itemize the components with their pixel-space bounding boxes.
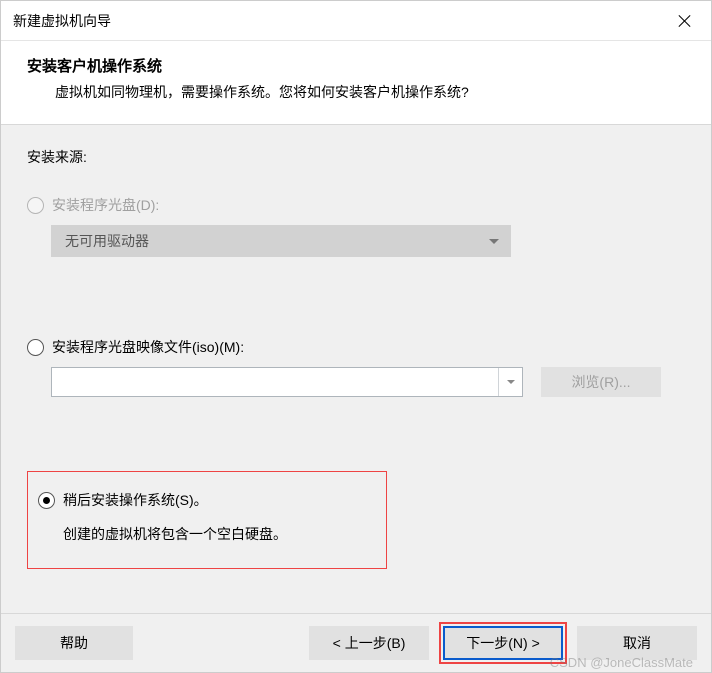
radio-installer-disc: 安装程序光盘(D): [27, 195, 685, 215]
help-button[interactable]: 帮助 [15, 626, 133, 660]
chevron-down-icon [489, 239, 499, 244]
wizard-header: 安装客户机操作系统 虚拟机如同物理机，需要操作系统。您将如何安装客户机操作系统? [1, 41, 711, 125]
wizard-subtitle: 虚拟机如同物理机，需要操作系统。您将如何安装客户机操作系统? [27, 82, 685, 102]
close-icon [679, 15, 691, 27]
chevron-down-icon [498, 368, 522, 396]
radio-label: 安装程序光盘映像文件(iso)(M): [52, 337, 244, 357]
option-installer-disc: 安装程序光盘(D): 无可用驱动器 [27, 195, 685, 257]
content-panel: 安装来源: 安装程序光盘(D): 无可用驱动器 安装程序光盘映像文件(iso)(… [1, 125, 711, 613]
option-iso-file: 安装程序光盘映像文件(iso)(M): 浏览(R)... [27, 337, 685, 397]
radio-install-later[interactable]: 稍后安装操作系统(S)。 [38, 490, 372, 510]
disc-drive-combo: 无可用驱动器 [51, 225, 511, 257]
titlebar: 新建虚拟机向导 [1, 1, 711, 41]
radio-icon [27, 339, 44, 356]
radio-iso-file[interactable]: 安装程序光盘映像文件(iso)(M): [27, 337, 685, 357]
radio-label: 稍后安装操作系统(S)。 [63, 490, 208, 510]
next-button[interactable]: 下一步(N) > [443, 626, 563, 660]
wizard-footer: 帮助 < 上一步(B) 下一步(N) > 取消 CSDN @JoneClassM… [1, 613, 711, 672]
close-button[interactable] [663, 5, 707, 37]
iso-path-combo[interactable] [51, 367, 523, 397]
option-install-later: 稍后安装操作系统(S)。 创建的虚拟机将包含一个空白硬盘。 [27, 471, 387, 569]
wizard-title: 安装客户机操作系统 [27, 55, 685, 76]
radio-icon [27, 197, 44, 214]
radio-icon [38, 492, 55, 509]
install-later-desc: 创建的虚拟机将包含一个空白硬盘。 [63, 524, 372, 544]
back-button[interactable]: < 上一步(B) [309, 626, 429, 660]
radio-label: 安装程序光盘(D): [52, 195, 159, 215]
cancel-button[interactable]: 取消 [577, 626, 697, 660]
install-source-label: 安装来源: [27, 147, 685, 167]
browse-button: 浏览(R)... [541, 367, 661, 397]
combo-value: 无可用驱动器 [65, 231, 149, 251]
window-title: 新建虚拟机向导 [13, 11, 111, 31]
